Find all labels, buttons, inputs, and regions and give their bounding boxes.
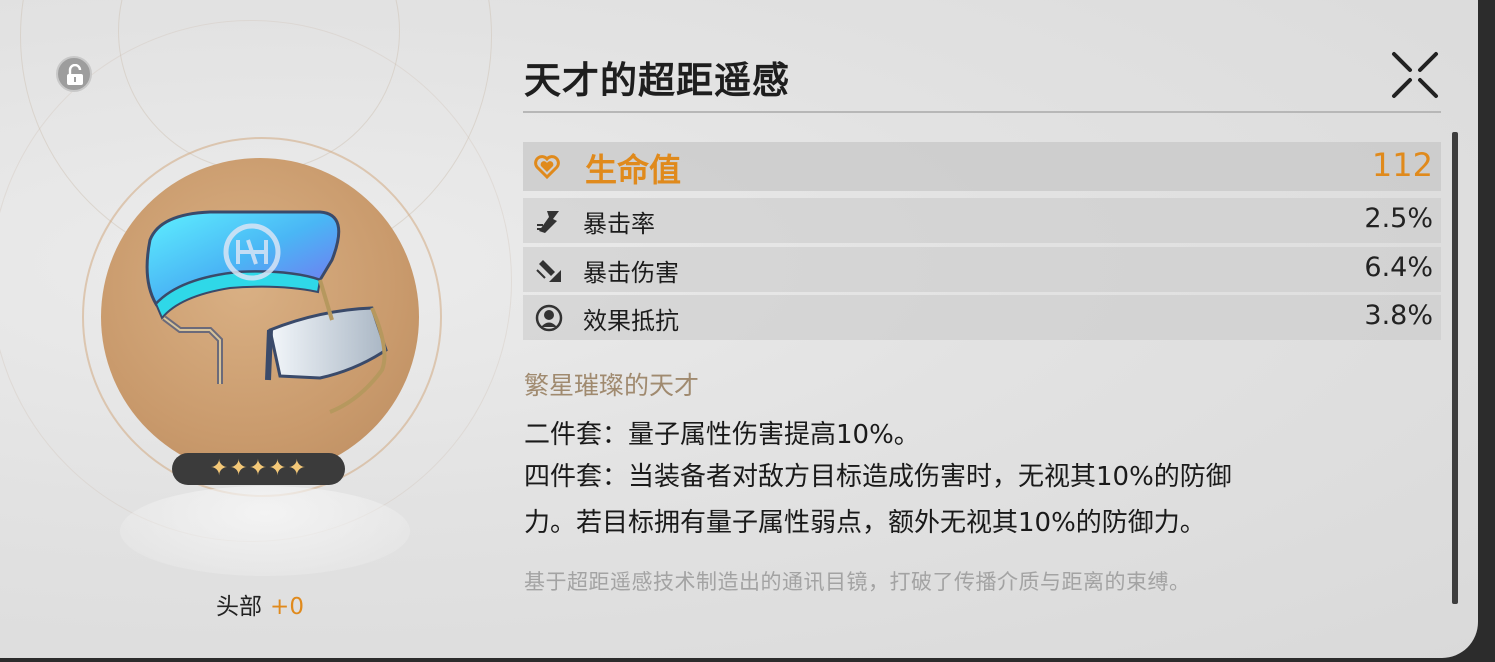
sub-stat-row: 暴击率 2.5% (523, 198, 1441, 243)
set-two-piece-effect: 二件套：量子属性伤害提高10%。 (524, 420, 920, 450)
title-divider (523, 111, 1441, 113)
main-stat-name: 生命值 (585, 151, 682, 189)
main-stat-value: 112 (1371, 146, 1433, 184)
set-four-piece-effect-line1: 四件套：当装备者对敌方目标造成伤害时，无视其10%的防御 (524, 462, 1232, 492)
relic-slot-level: 头部 +0 (0, 587, 520, 621)
sub-stat-row: 暴击伤害 6.4% (523, 247, 1441, 292)
scrollbar[interactable] (1452, 132, 1458, 604)
sub-stat-name: 暴击伤害 (583, 259, 679, 287)
relic-title: 天才的超距遥感 (524, 59, 790, 102)
relic-detail-panel: ✦✦✦✦✦ 头部 +0 天才的超距遥感 生命值 112 暴击率 2.5% 暴击伤… (0, 0, 1478, 658)
unlock-icon (67, 64, 83, 85)
sub-stat-value: 2.5% (1364, 203, 1433, 234)
heart-icon (534, 155, 560, 180)
effect-res-icon (535, 304, 563, 332)
sub-stat-value: 6.4% (1364, 252, 1433, 283)
sub-stat-name: 效果抵抗 (583, 307, 679, 335)
sub-stat-value: 3.8% (1364, 300, 1433, 331)
relic-pedestal-glow (120, 486, 410, 576)
close-icon (1392, 52, 1438, 98)
relic-flavor-text: 基于超距遥感技术制造出的通讯目镜，打破了传播介质与距离的束缚。 (524, 570, 1191, 594)
set-four-piece-effect-line2: 力。若目标拥有量子属性弱点，额外无视其10%的防御力。 (524, 508, 1206, 538)
close-button[interactable] (1388, 48, 1442, 102)
sub-stat-name: 暴击率 (583, 210, 655, 238)
crit-rate-icon (537, 211, 559, 233)
crit-dmg-icon (536, 260, 561, 282)
sub-stat-row: 效果抵抗 3.8% (523, 295, 1441, 340)
relic-slot-label: 头部 (216, 594, 263, 620)
main-stat-row: 生命值 112 (523, 142, 1441, 191)
relic-set-name: 繁星璀璨的天才 (524, 371, 700, 400)
rarity-stars: ✦✦✦✦✦ (172, 453, 345, 485)
relic-level: +0 (270, 594, 304, 620)
relic-goggles-image (145, 210, 388, 414)
lock-toggle[interactable] (56, 56, 92, 92)
